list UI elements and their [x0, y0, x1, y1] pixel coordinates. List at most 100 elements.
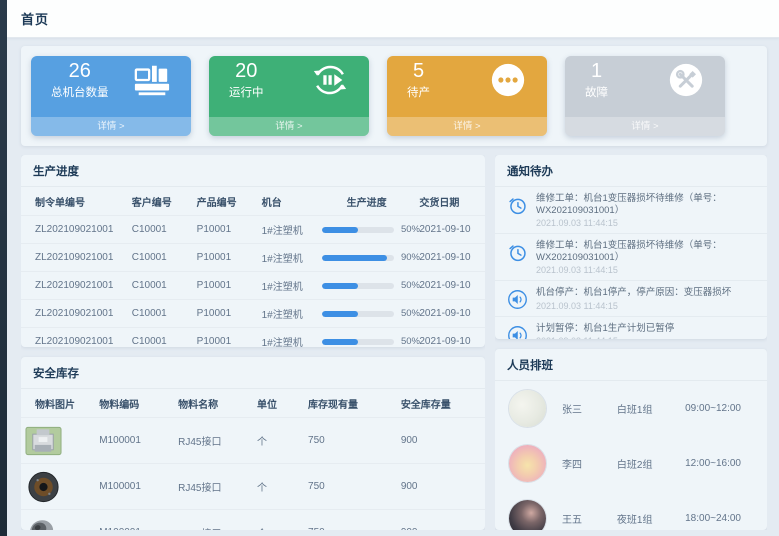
shift-label: 夜班1组: [617, 511, 685, 526]
delivery-date-cell: 2021-09-10: [415, 272, 485, 300]
stat-texts: 1 故障: [585, 59, 608, 100]
col-header-delivery-date: 交货日期: [415, 187, 485, 216]
material-name-cell: RJ45接口: [174, 464, 253, 510]
main-area: 首页 26 总机台数量: [7, 0, 779, 536]
stat-card-running[interactable]: 20 运行中: [209, 56, 369, 136]
stat-value: 26: [51, 59, 109, 83]
notifications-panel: 通知待办 维修工单：机台1变压器损坏待维修（单号：WX202109031001）: [495, 155, 767, 339]
stat-detail-link[interactable]: 详情 >: [31, 117, 191, 136]
main-grid: 生产进度 制令单编号 客户编号 产品编号 机台 生: [21, 155, 767, 530]
rj45-connector-image: [25, 425, 62, 457]
inventory-header-row: 物料图片 物料编码 物料名称 单位 库存现有量 安全库存量: [21, 389, 485, 418]
avatar: [509, 445, 546, 482]
avatar: [509, 390, 546, 427]
current-stock-cell: 750: [304, 418, 397, 464]
col-header-safety-stock: 安全库存量: [397, 389, 485, 418]
speaker-icon: [507, 289, 528, 310]
order-no-cell: ZL202109021001: [21, 328, 128, 348]
inventory-table: 物料图片 物料编码 物料名称 单位 库存现有量 安全库存量: [21, 389, 485, 530]
material-code-cell: M100001: [95, 418, 174, 464]
production-progress-panel: 生产进度 制令单编号 客户编号 产品编号 机台 生: [21, 155, 485, 347]
material-image-cell: [21, 418, 95, 464]
shift-time: 12:00~16:00: [685, 458, 753, 469]
col-header-customer-no: 客户编号: [128, 187, 193, 216]
machine-cell: 1#注塑机: [258, 328, 318, 348]
notification-item[interactable]: 维修工单：机台1变压器损坏待维修（单号：WX202109031001） 2021…: [495, 187, 767, 234]
notification-time: 2021.09.03 11:44:15: [536, 218, 755, 228]
current-stock-cell: 750: [304, 464, 397, 510]
customer-no-cell: C10001: [128, 328, 193, 348]
notification-text: 机台停产：机台1停产，停产原因：变压器损坏: [536, 287, 731, 299]
notification-text: 维修工单：机台1变压器损坏待维修（单号：WX202109031001）: [536, 240, 755, 263]
notification-item[interactable]: 维修工单：机台1变压器损坏待维修（单号：WX202109031001） 2021…: [495, 234, 767, 281]
material-image-cell: [21, 510, 95, 531]
schedule-row: 张三 白班1组 09:00~12:00: [495, 381, 767, 436]
product-no-cell: P10001: [193, 244, 258, 272]
order-no-cell: ZL202109021001: [21, 244, 128, 272]
col-header-machine: 机台: [258, 187, 318, 216]
notification-time: 2021.09.03 11:44:15: [536, 265, 755, 275]
col-header-product-no: 产品编号: [193, 187, 258, 216]
stat-value: 20: [229, 59, 264, 83]
avatar: [509, 500, 546, 530]
notification-item[interactable]: 计划暂停：机台1生产计划已暂停 2021.09.03 11:44:15: [495, 317, 767, 340]
safety-stock-cell: 900: [397, 418, 485, 464]
col-header-material-image: 物料图片: [21, 389, 95, 418]
clock-icon: [507, 242, 528, 263]
delivery-date-cell: 2021-09-10: [415, 300, 485, 328]
stat-card-fault[interactable]: 1 故障: [565, 56, 725, 136]
progress-percent-label: 50%: [401, 336, 420, 347]
col-header-progress: 生产进度: [318, 187, 415, 216]
col-header-unit: 单位: [253, 389, 304, 418]
progress-cell: 50%: [318, 328, 415, 348]
inventory-row: M100001 RJ45接口 个 750 900: [21, 418, 485, 464]
running-icon: [311, 61, 349, 99]
progress-cell: 50%: [318, 300, 415, 328]
machine-cell: 1#注塑机: [258, 272, 318, 300]
order-no-cell: ZL202109021001: [21, 300, 128, 328]
inventory-row: M100001 RJ45接口 个 750 900: [21, 510, 485, 531]
progress-bar-track: [322, 283, 394, 289]
progress-percent-label: 90%: [401, 252, 420, 263]
product-no-cell: P10001: [193, 300, 258, 328]
notification-time: 2021.09.03 11:44:15: [536, 336, 674, 339]
shift-label: 白班1组: [617, 401, 685, 416]
production-row: ZL202109021001 C10001 P10001 1#注塑机 50%: [21, 328, 485, 348]
production-row: ZL202109021001 C10001 P10001 1#注塑机 50%: [21, 216, 485, 244]
unit-cell: 个: [253, 418, 304, 464]
stat-detail-link[interactable]: 详情 >: [209, 117, 369, 136]
delivery-date-cell: 2021-09-10: [415, 244, 485, 272]
notification-text: 计划暂停：机台1生产计划已暂停: [536, 323, 674, 335]
stat-label: 故障: [585, 84, 608, 100]
stat-detail-link[interactable]: 详情 >: [565, 117, 725, 136]
waiting-ellipsis-icon: [489, 61, 527, 99]
production-header-row: 制令单编号 客户编号 产品编号 机台 生产进度 交货日期: [21, 187, 485, 216]
production-row: ZL202109021001 C10001 P10001 1#注塑机 50%: [21, 272, 485, 300]
product-no-cell: P10001: [193, 328, 258, 348]
progress-percent-label: 50%: [401, 224, 420, 235]
material-image-cell: [21, 464, 95, 510]
progress-percent-label: 50%: [401, 308, 420, 319]
progress-cell: 90%: [318, 244, 415, 272]
dashboard-content: 26 总机台数量 详情 >: [7, 38, 779, 536]
material-code-cell: M100001: [95, 464, 174, 510]
col-header-order-no: 制令单编号: [21, 187, 128, 216]
personnel-schedule-panel: 人员排班 张三 白班1组 09:00~12:00 李四 白班2组 12:00~1…: [495, 349, 767, 530]
customer-no-cell: C10001: [128, 216, 193, 244]
round-speaker-image: [25, 471, 62, 503]
stat-card-waiting[interactable]: 5 待产 详情 >: [387, 56, 547, 136]
stat-detail-link[interactable]: 详情 >: [387, 117, 547, 136]
stat-card-total-machines[interactable]: 26 总机台数量 详情 >: [31, 56, 191, 136]
progress-bar-fill: [322, 283, 358, 289]
left-column: 生产进度 制令单编号 客户编号 产品编号 机台 生: [21, 155, 485, 530]
notification-text: 维修工单：机台1变压器损坏待维修（单号：WX202109031001）: [536, 193, 755, 216]
cone-speaker-image: [25, 517, 62, 530]
notification-item[interactable]: 机台停产：机台1停产，停产原因：变压器损坏 2021.09.03 11:44:1…: [495, 281, 767, 317]
stat-card-body: 5 待产: [387, 56, 547, 117]
panel-title-notifications: 通知待办: [495, 155, 767, 187]
breadcrumb-bar: 首页: [7, 0, 779, 38]
stat-card-body: 20 运行中: [209, 56, 369, 117]
order-no-cell: ZL202109021001: [21, 272, 128, 300]
current-stock-cell: 750: [304, 510, 397, 531]
collapsed-sidebar-strip: [0, 0, 7, 536]
